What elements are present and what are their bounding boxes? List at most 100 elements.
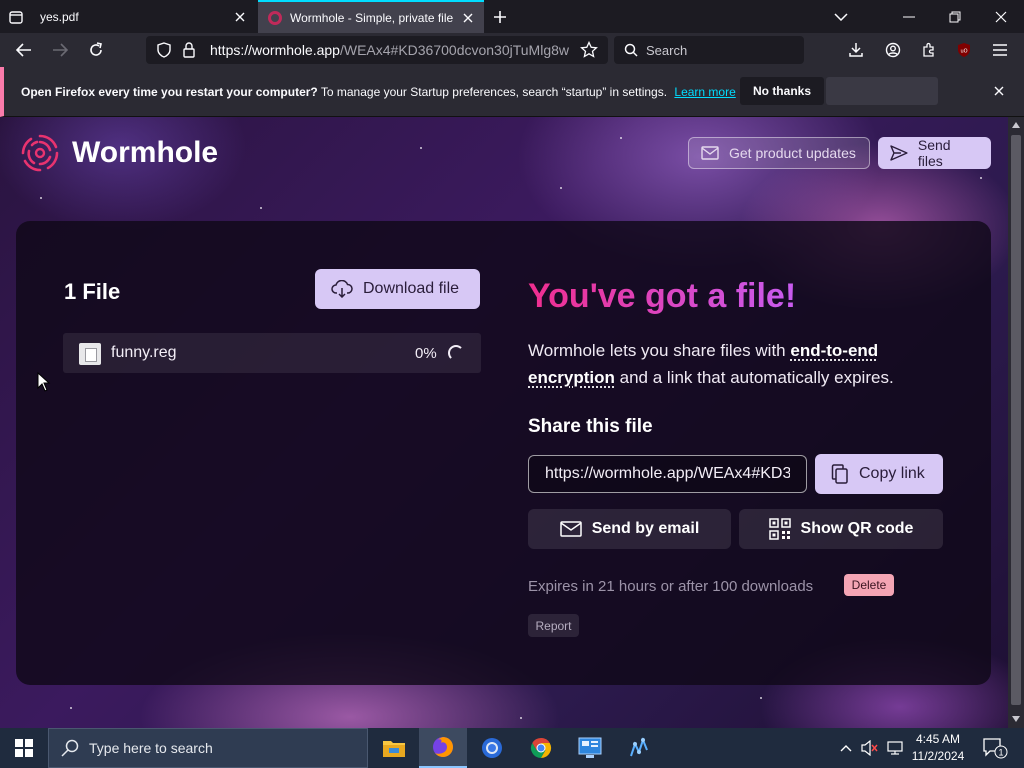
- expiry-text: Expires in 21 hours or after 100 downloa…: [528, 578, 814, 595]
- volume-muted-icon[interactable]: [858, 728, 882, 768]
- search-placeholder: Search: [646, 43, 688, 58]
- reload-icon[interactable]: [82, 37, 110, 63]
- scroll-up-arrow-icon[interactable]: [1011, 120, 1021, 130]
- close-tab-icon[interactable]: [228, 5, 252, 29]
- network-app-icon[interactable]: [615, 728, 663, 768]
- notification-bold-text: Open Firefox every time you restart your…: [21, 85, 318, 99]
- startup-notification-bar: Open Firefox every time you restart your…: [0, 67, 1024, 117]
- send-files-label: Send files: [917, 137, 951, 169]
- tab-wormhole[interactable]: Wormhole - Simple, private file: [258, 0, 484, 33]
- copy-icon: [831, 464, 848, 484]
- download-file-button[interactable]: Download file: [315, 269, 480, 309]
- account-icon[interactable]: [879, 37, 907, 63]
- taskbar-search[interactable]: Type here to search: [48, 728, 368, 768]
- mouse-cursor-icon: [37, 372, 51, 392]
- scroll-down-arrow-icon[interactable]: [1011, 714, 1021, 724]
- network-icon[interactable]: [884, 728, 906, 768]
- qr-code-icon: [768, 518, 791, 540]
- cloud-download-icon: [331, 280, 353, 298]
- minimize-icon[interactable]: [886, 0, 932, 33]
- brand[interactable]: Wormhole: [20, 133, 218, 173]
- search-bar[interactable]: Search: [614, 36, 804, 64]
- notification-body-text: To manage your Startup preferences, sear…: [320, 85, 668, 99]
- windows-start-icon[interactable]: [0, 728, 48, 768]
- url-host: https://wormhole.app: [210, 42, 340, 58]
- description-text-end: and a link that automatically expires.: [614, 368, 894, 387]
- updates-label: Get product updates: [729, 145, 856, 161]
- clock-time: 4:45 AM: [915, 732, 961, 746]
- taskbar-clock[interactable]: 4:45 AM 11/2/2024: [906, 731, 970, 765]
- firefox-icon[interactable]: [419, 728, 467, 768]
- no-thanks-button[interactable]: No thanks: [740, 77, 824, 105]
- notification-count: 1: [998, 748, 1003, 758]
- scroll-thumb[interactable]: [1011, 135, 1021, 705]
- list-all-tabs-icon[interactable]: [4, 5, 28, 29]
- search-icon: [624, 43, 638, 62]
- url-text[interactable]: https://wormhole.app/WEAx4#KD36700dcvon3…: [210, 42, 572, 58]
- file-card: 1 File Download file funny.reg 0% You've…: [16, 221, 991, 685]
- chevron-down-icon[interactable]: [818, 0, 864, 33]
- chrome-icon[interactable]: [517, 728, 565, 768]
- tab-title: Wormhole - Simple, private file: [290, 10, 454, 25]
- restore-icon[interactable]: [932, 0, 978, 33]
- back-arrow-icon[interactable]: [10, 37, 38, 63]
- bookmark-star-icon[interactable]: [580, 40, 598, 64]
- mail-icon: [559, 521, 582, 537]
- report-button[interactable]: Report: [528, 614, 579, 637]
- loading-spinner-icon: [448, 345, 464, 361]
- description: Wormhole lets you share files with end-t…: [528, 337, 938, 391]
- description-text: Wormhole lets you share files with: [528, 341, 791, 360]
- clock-date: 11/2/2024: [911, 749, 965, 763]
- file-name: funny.reg: [111, 344, 177, 361]
- hamburger-menu-icon[interactable]: [986, 37, 1014, 63]
- search-icon: [61, 739, 79, 757]
- show-qr-code-button[interactable]: Show QR code: [739, 509, 943, 549]
- tab-yes-pdf[interactable]: yes.pdf: [32, 0, 256, 33]
- ublock-origin-icon[interactable]: uO: [950, 37, 978, 63]
- action-center-icon[interactable]: 1: [978, 728, 1012, 768]
- send-files-button[interactable]: Send files: [878, 137, 991, 169]
- get-product-updates-button[interactable]: Get product updates: [688, 137, 870, 169]
- share-link-input[interactable]: [528, 455, 807, 493]
- tab-title: yes.pdf: [40, 9, 79, 24]
- notification-action-button[interactable]: [826, 77, 938, 105]
- downloads-icon[interactable]: [842, 37, 870, 63]
- close-tab-icon[interactable]: [456, 6, 480, 30]
- forward-arrow-icon[interactable]: [46, 37, 74, 63]
- page-title: You've got a file!: [528, 277, 797, 315]
- shield-icon[interactable]: [156, 42, 172, 63]
- navigation-toolbar: https://wormhole.app/WEAx4#KD36700dcvon3…: [0, 33, 1024, 67]
- chrome-canary-icon[interactable]: [468, 728, 516, 768]
- show-hidden-icons-chevron-icon[interactable]: [836, 728, 856, 768]
- copy-link-button[interactable]: Copy link: [815, 454, 943, 494]
- url-bar[interactable]: https://wormhole.app/WEAx4#KD36700dcvon3…: [146, 36, 608, 64]
- share-heading: Share this file: [528, 416, 653, 437]
- send-by-email-button[interactable]: Send by email: [528, 509, 731, 549]
- notification-message: Open Firefox every time you restart your…: [21, 85, 736, 99]
- file-row[interactable]: funny.reg 0%: [63, 333, 481, 373]
- windows-taskbar: Type here to search 4:45 AM 11/2/2024 1: [0, 728, 1024, 768]
- wormhole-logo-icon: [21, 134, 59, 172]
- wormhole-favicon-icon: [268, 10, 282, 25]
- svg-text:uO: uO: [960, 49, 967, 55]
- window-close-icon[interactable]: [978, 0, 1024, 33]
- new-tab-icon[interactable]: [487, 4, 513, 30]
- file-count-heading: 1 File: [64, 279, 121, 304]
- web-page: Wormhole Get product updates Send files …: [0, 117, 1008, 728]
- tab-strip: yes.pdf Wormhole - Simple, private file: [0, 0, 1024, 33]
- learn-more-link[interactable]: Learn more: [674, 85, 735, 99]
- extensions-icon[interactable]: [915, 37, 943, 63]
- copy-link-label: Copy link: [859, 465, 925, 482]
- file-explorer-icon[interactable]: [370, 728, 418, 768]
- brand-name: Wormhole: [72, 136, 219, 169]
- download-label: Download file: [363, 280, 460, 297]
- control-panel-icon[interactable]: [566, 728, 614, 768]
- delete-button[interactable]: Delete: [844, 574, 894, 596]
- send-by-email-label: Send by email: [591, 520, 700, 537]
- close-notification-icon[interactable]: [990, 82, 1008, 100]
- lock-icon[interactable]: [182, 42, 196, 63]
- file-progress: 0%: [415, 345, 437, 362]
- send-icon: [890, 145, 908, 161]
- url-path: /WEAx4#KD36700dcvon30jTuMlg8w: [339, 42, 570, 58]
- page-scrollbar[interactable]: [1008, 117, 1024, 728]
